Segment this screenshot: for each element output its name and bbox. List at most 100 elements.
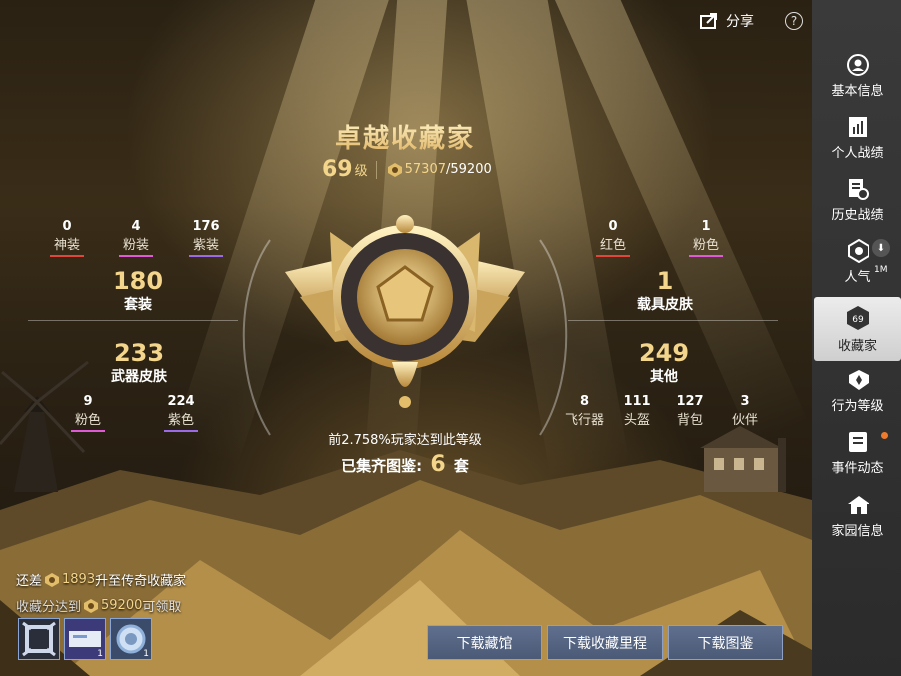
download-catalog-button[interactable]: 下载图鉴 [668,625,783,660]
download-museum-button[interactable]: 下载藏馆 [427,625,542,660]
stat-value: 176 [192,219,220,234]
collector-title: 卓越收藏家 [300,118,510,155]
stat-label: 红色 [596,234,631,257]
claim-condition: 收藏分达到 59200 可领取 [16,596,181,615]
sidebar-item-label: 个人战绩 [831,145,884,161]
stat-companion: 3 伙伴 [728,394,762,430]
collector-score-max: /59200 [446,162,492,177]
sidebar-item-label: 收藏家 [837,338,877,354]
event-icon [847,431,869,453]
reward-name-card[interactable]: 1 [64,618,106,660]
sidebar-item-label: 行为等级 [831,398,884,414]
stat-label: 武器皮肤 [111,369,167,385]
stat-label: 伙伴 [732,413,759,428]
stat-label: 紫色 [164,409,199,432]
stat-vehicle-skins: 1 载具皮肤 [620,268,710,314]
sidebar-item-label: 基本信息 [831,83,884,99]
stat-label: 头盔 [624,413,651,428]
stat-label: 其他 [650,369,678,385]
sets-count: 6 [430,452,446,477]
history-record-icon [847,178,869,200]
collector-screen: 分享 ? 资料 基本信息 个人战绩 历史战绩 人气 ⬇ 1M 69 收藏家 [0,0,901,676]
behavior-level-icon [847,369,869,391]
stat-value: 3 [740,394,750,409]
notification-dot [881,432,888,439]
stat-label: 载具皮肤 [637,297,693,313]
sidebar-item-label: 家园信息 [831,523,884,539]
sidebar-item-behavior-level[interactable]: 行为等级 [814,360,901,422]
sidebar: 基本信息 个人战绩 历史战绩 人气 ⬇ 1M 69 收藏家 行为等级 事件动态 … [812,0,901,676]
personal-record-icon [847,116,869,138]
sidebar-item-history-record[interactable]: 历史战绩 [814,169,901,231]
collector-level-badge: 69 [852,315,864,325]
help-icon[interactable]: ? [785,12,803,30]
stat-purple-outfit: 176 紫装 [189,219,224,257]
house-decoration [700,426,786,492]
stat-value: 233 [113,339,165,367]
stat-label: 粉装 [119,234,154,257]
download-milestone-button[interactable]: 下载收藏里程 [547,625,663,660]
collector-score-icon [45,572,60,587]
stat-value: 4 [131,219,141,234]
stat-helmet: 111 头盔 [620,394,654,430]
reward-avatar-frame[interactable] [18,618,60,660]
stat-other: 249 其他 [629,340,699,386]
collector-level: 69 [322,157,353,182]
level-unit: 级 [354,164,368,179]
sidebar-item-collector[interactable]: 69 收藏家 [814,297,901,361]
sidebar-item-popularity[interactable]: 人气 ⬇ 1M [814,231,901,293]
stat-vehicle-red: 0 红色 [596,219,631,257]
reward-frame-icon [22,621,56,657]
stat-label: 背包 [677,413,704,428]
share-label: 分享 [726,14,754,30]
popularity-icon [847,238,869,263]
stat-value: 249 [638,339,690,367]
stat-label: 粉色 [71,409,106,432]
collector-score-current: 57307 [404,162,446,177]
sidebar-item-personal-record[interactable]: 个人战绩 [814,107,901,169]
collector-score-icon [84,598,99,613]
sidebar-item-label: 事件动态 [831,460,884,476]
sidebar-item-events[interactable]: 事件动态 [814,422,901,484]
popularity-badge: 1M [874,265,888,275]
stat-weapon-purple: 224 紫色 [164,394,199,432]
stat-value: 180 [112,267,164,295]
stat-aircraft: 8 飞行器 [561,394,608,430]
reward-qty: 1 [143,649,149,659]
share-button[interactable]: 分享 [700,11,754,31]
stat-value: 9 [83,394,93,409]
claim-value: 59200 [101,598,143,613]
divider [28,320,238,321]
stat-suits: 180 套装 [98,268,178,314]
stat-label: 神装 [50,234,85,257]
stat-value: 224 [167,394,195,409]
claim-suffix: 可领取 [142,600,182,615]
divider [375,160,377,179]
stat-value: 127 [676,394,704,409]
collected-sets-row: 已集齐图鉴: 6 套 [300,452,510,477]
sets-label: 已集齐图鉴: [341,457,423,475]
stat-divine-outfit: 0 神装 [50,219,85,257]
sidebar-item-home[interactable]: 家园信息 [814,485,901,547]
stat-value: 1 [701,219,711,234]
stat-pink-outfit: 4 粉装 [119,219,154,257]
sidebar-item-basic-info[interactable]: 基本信息 [814,45,901,107]
stat-label: 粉色 [689,234,724,257]
stat-value: 0 [62,219,72,234]
remain-suffix: 升至传奇收藏家 [95,574,187,589]
stat-weapon-skins: 233 武器皮肤 [89,340,189,386]
stat-label: 套装 [124,297,152,313]
claim-prefix: 收藏分达到 [16,600,82,615]
download-arrow-icon: ⬇ [872,239,890,257]
remain-value: 1893 [62,572,96,587]
stat-value: 111 [623,394,651,409]
collector-level-row: 69 级 57307 /59200 [322,157,492,182]
remaining-to-next-level: 还差 1893 升至传奇收藏家 [16,570,186,589]
stat-value: 0 [608,219,618,234]
sidebar-item-label: 历史战绩 [831,207,884,223]
stat-vehicle-pink: 1 粉色 [689,219,724,257]
sets-unit: 套 [453,457,469,475]
stat-label: 飞行器 [565,413,605,428]
stat-label: 紫装 [189,234,224,257]
reward-avatar[interactable]: 1 [110,618,152,660]
